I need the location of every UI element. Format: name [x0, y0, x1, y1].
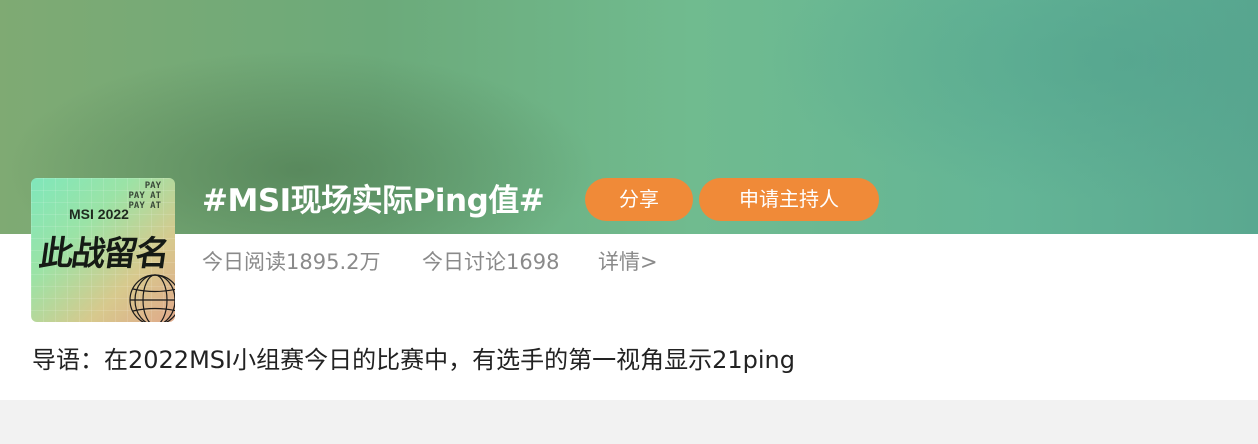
today-discussions-count: 今日讨论1698 [422, 250, 560, 274]
today-reads-count: 今日阅读1895.2万 [202, 250, 381, 274]
topic-title: #MSI现场实际Ping值# [202, 183, 545, 219]
globe-icon [129, 274, 175, 322]
cover-pay-text: PAY PAY AT PAY AT [128, 181, 161, 211]
detail-link[interactable]: 详情> [598, 248, 658, 276]
section-divider [0, 400, 1258, 444]
topic-cover-image: PAY PAY AT PAY AT MSI 2022 此战留名 [31, 178, 175, 322]
apply-host-button[interactable]: 申请主持人 [699, 178, 879, 221]
cover-event-name: MSI 2022 [69, 206, 129, 222]
share-button[interactable]: 分享 [585, 178, 693, 221]
topic-intro: 导语：在2022MSI小组赛今日的比赛中，有选手的第一视角显示21ping [32, 346, 795, 374]
cover-slogan: 此战留名 [36, 234, 171, 274]
